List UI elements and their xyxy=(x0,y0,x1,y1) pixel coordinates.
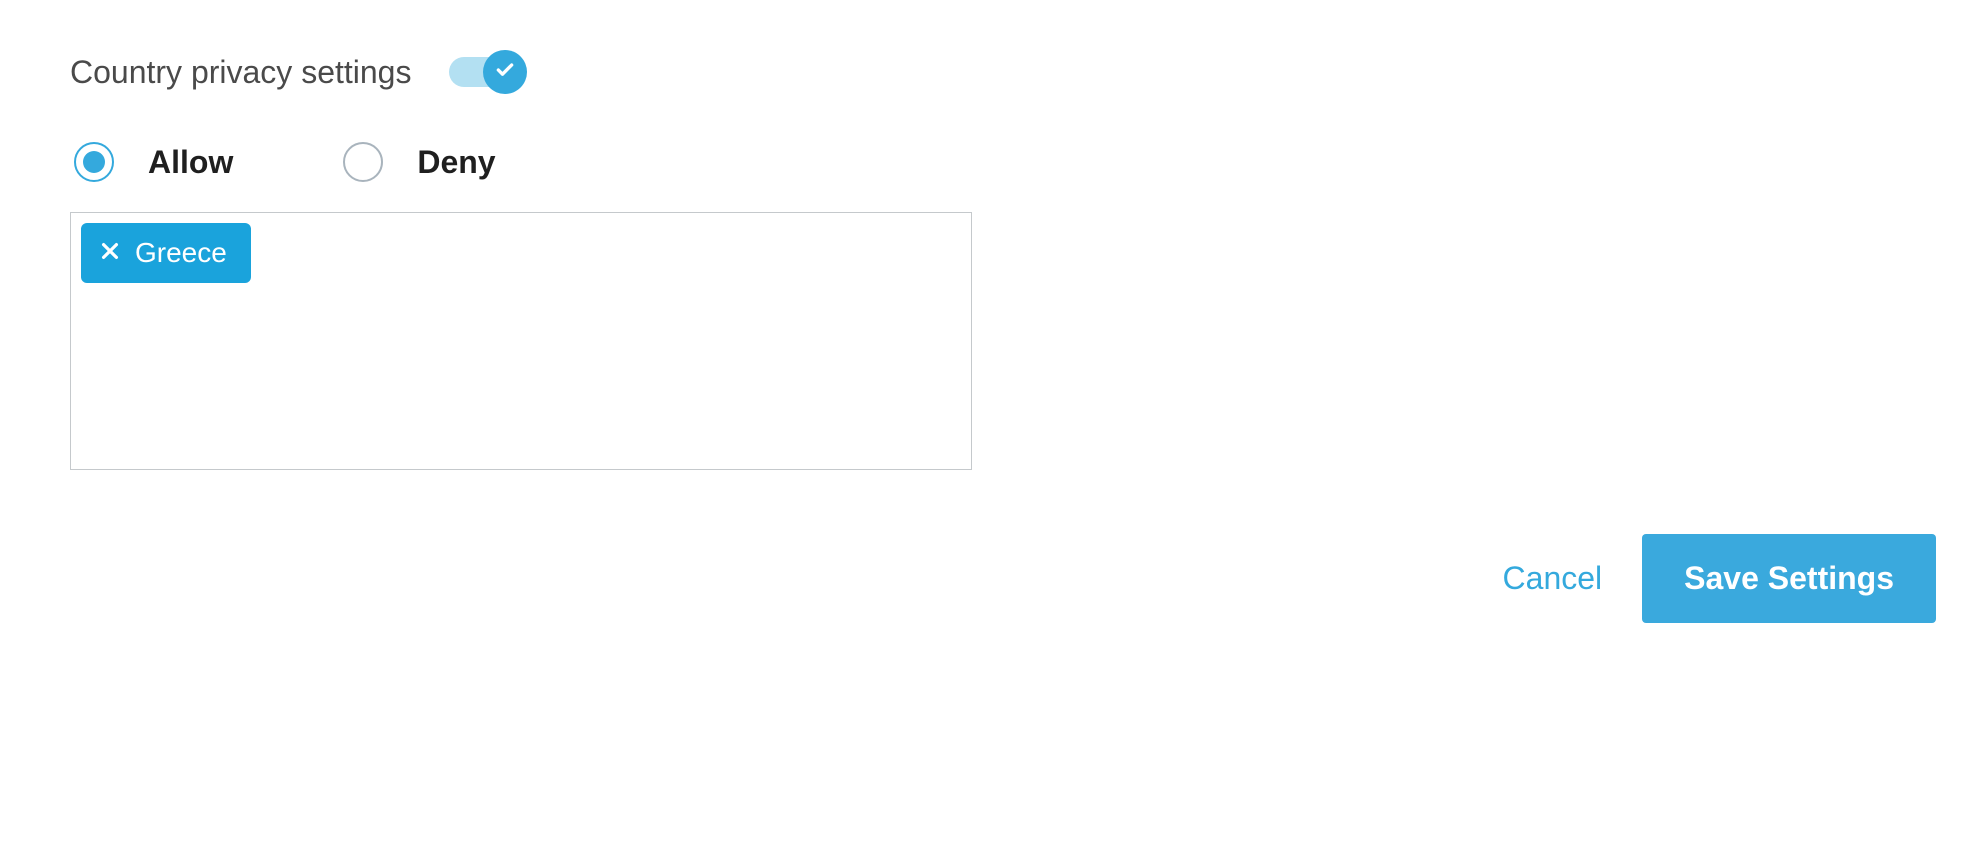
country-tag-input[interactable]: Greece xyxy=(70,212,972,470)
cancel-button[interactable]: Cancel xyxy=(1503,560,1603,597)
privacy-settings-toggle[interactable] xyxy=(449,50,527,94)
section-title: Country privacy settings xyxy=(70,54,411,91)
country-tag-label: Greece xyxy=(135,237,227,269)
deny-radio-option[interactable]: Deny xyxy=(343,142,495,182)
radio-indicator xyxy=(343,142,383,182)
close-icon xyxy=(99,237,121,269)
check-icon xyxy=(495,60,515,85)
footer-actions: Cancel Save Settings xyxy=(1503,534,1936,623)
remove-tag-button[interactable] xyxy=(99,237,121,269)
save-settings-button[interactable]: Save Settings xyxy=(1642,534,1936,623)
allow-radio-label: Allow xyxy=(148,144,233,181)
deny-radio-label: Deny xyxy=(417,144,495,181)
radio-indicator xyxy=(74,142,114,182)
toggle-thumb xyxy=(483,50,527,94)
country-privacy-settings-panel: Country privacy settings Allow Deny xyxy=(0,0,1968,470)
section-header: Country privacy settings xyxy=(70,50,1898,94)
country-tag[interactable]: Greece xyxy=(81,223,251,283)
allow-deny-radio-group: Allow Deny xyxy=(70,142,1898,182)
radio-dot xyxy=(83,151,105,173)
allow-radio-option[interactable]: Allow xyxy=(74,142,233,182)
